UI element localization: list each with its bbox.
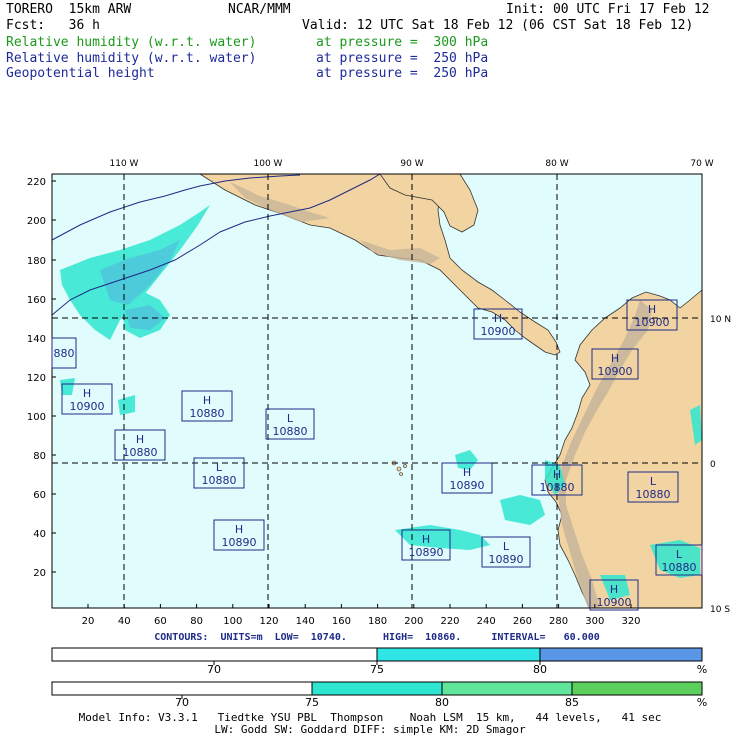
colorbar-250-label-70: 70 bbox=[207, 663, 221, 676]
x-tick-label: 20 bbox=[82, 616, 95, 627]
x-tick-label: 240 bbox=[477, 616, 496, 627]
x-tick-label: 120 bbox=[259, 616, 278, 627]
lon-label-90w: 90 W bbox=[400, 159, 423, 169]
lat-label-0: 0 bbox=[710, 460, 716, 470]
lon-label-70w: 70 W bbox=[690, 159, 713, 169]
colorbar-250-label-80: 80 bbox=[533, 663, 547, 676]
colorbar-300-label-pct: % bbox=[697, 696, 707, 709]
y-tick-label: 120 bbox=[27, 373, 46, 384]
height-label-value: 10880 bbox=[123, 446, 158, 459]
height-label-value: 10890 bbox=[489, 553, 524, 566]
x-tick-label: 160 bbox=[332, 616, 351, 627]
height-label-type: L bbox=[650, 475, 657, 488]
height-label-value: 10880 bbox=[202, 474, 237, 487]
height-label-value: 10890 bbox=[450, 479, 485, 492]
y-tick-label: 160 bbox=[27, 295, 46, 306]
x-tick-label: 220 bbox=[440, 616, 459, 627]
y-tick-label: 80 bbox=[33, 451, 46, 462]
height-label-type: H bbox=[136, 433, 144, 446]
colorbar-250-label-pct: % bbox=[697, 663, 707, 676]
height-label-type: H bbox=[83, 387, 91, 400]
x-tick-label: 80 bbox=[190, 616, 203, 627]
height-label-type: H bbox=[422, 533, 430, 546]
y-tick-label: 40 bbox=[33, 529, 46, 540]
colorbar-300hpa bbox=[51, 681, 703, 699]
colorbar-300-label-70: 70 bbox=[175, 696, 189, 709]
height-label-value: 10880 bbox=[273, 425, 308, 438]
lon-label-110w: 110 W bbox=[110, 159, 139, 169]
y-tick-label: 200 bbox=[27, 216, 46, 227]
height-label-value: 10880 bbox=[662, 561, 697, 574]
height-label-type: L bbox=[503, 540, 510, 553]
height-label-value: 10890 bbox=[409, 546, 444, 559]
colorbar-300-label-80: 80 bbox=[435, 696, 449, 709]
x-tick-label: 180 bbox=[368, 616, 387, 627]
height-label-type: H bbox=[648, 303, 656, 316]
y-tick-label: 20 bbox=[33, 568, 46, 579]
height-label-value: 10890 bbox=[222, 536, 257, 549]
height-label-type: H bbox=[235, 523, 243, 536]
height-label-type: L bbox=[216, 461, 223, 474]
height-label-value: 10880 bbox=[190, 407, 225, 420]
height-label-type: H bbox=[463, 466, 471, 479]
height-label-value: 10900 bbox=[635, 316, 670, 329]
x-tick-label: 60 bbox=[154, 616, 167, 627]
contours-info: CONTOURS: UNITS=m LOW= 10740. HIGH= 1086… bbox=[154, 632, 600, 643]
height-label-value: 10900 bbox=[598, 365, 633, 378]
x-tick-label: 40 bbox=[118, 616, 131, 627]
x-tick-label: 320 bbox=[621, 616, 640, 627]
y-tick-label: 220 bbox=[27, 177, 46, 188]
x-tick-label: 300 bbox=[585, 616, 604, 627]
x-tick-label: 200 bbox=[404, 616, 423, 627]
height-label-value: 10880 bbox=[540, 481, 575, 494]
lat-label-10n: 10 N bbox=[710, 315, 731, 325]
y-tick-label: 180 bbox=[27, 256, 46, 267]
y-tick-label: 100 bbox=[27, 412, 46, 423]
height-label-type: H bbox=[494, 312, 502, 325]
height-label-type: H bbox=[611, 352, 619, 365]
colorbar-300-label-85: 85 bbox=[565, 696, 579, 709]
height-label-type: H bbox=[203, 394, 211, 407]
model-info-line2: LW: Godd SW: Goddard DIFF: simple KM: 2D… bbox=[214, 723, 526, 736]
x-tick-label: 140 bbox=[296, 616, 315, 627]
colorbar-300-label-75: 75 bbox=[305, 696, 319, 709]
height-label-value: 10900 bbox=[70, 400, 105, 413]
x-tick-label: 260 bbox=[513, 616, 532, 627]
lat-label-10s: 10 S bbox=[710, 605, 730, 615]
colorbar-250-label-75: 75 bbox=[370, 663, 384, 676]
weather-map: 110 W 100 W 90 W 80 W 70 W 10 N 0 10 S 2… bbox=[27, 159, 731, 709]
height-label-type: H bbox=[610, 583, 618, 596]
height-label-type: L bbox=[676, 548, 683, 561]
height-label-value: 10900 bbox=[481, 325, 516, 338]
height-label-type: H bbox=[553, 468, 561, 481]
lon-label-80w: 80 W bbox=[545, 159, 568, 169]
lon-label-100w: 100 W bbox=[254, 159, 283, 169]
y-tick-label: 140 bbox=[27, 334, 46, 345]
height-label-value: 10900 bbox=[597, 596, 632, 609]
y-tick-label: 60 bbox=[33, 490, 46, 501]
x-tick-label: 100 bbox=[223, 616, 242, 627]
height-label-value: 880 bbox=[54, 347, 75, 360]
height-label-type: L bbox=[287, 412, 294, 425]
height-label-value: 10880 bbox=[636, 488, 671, 501]
x-tick-label: 280 bbox=[549, 616, 568, 627]
